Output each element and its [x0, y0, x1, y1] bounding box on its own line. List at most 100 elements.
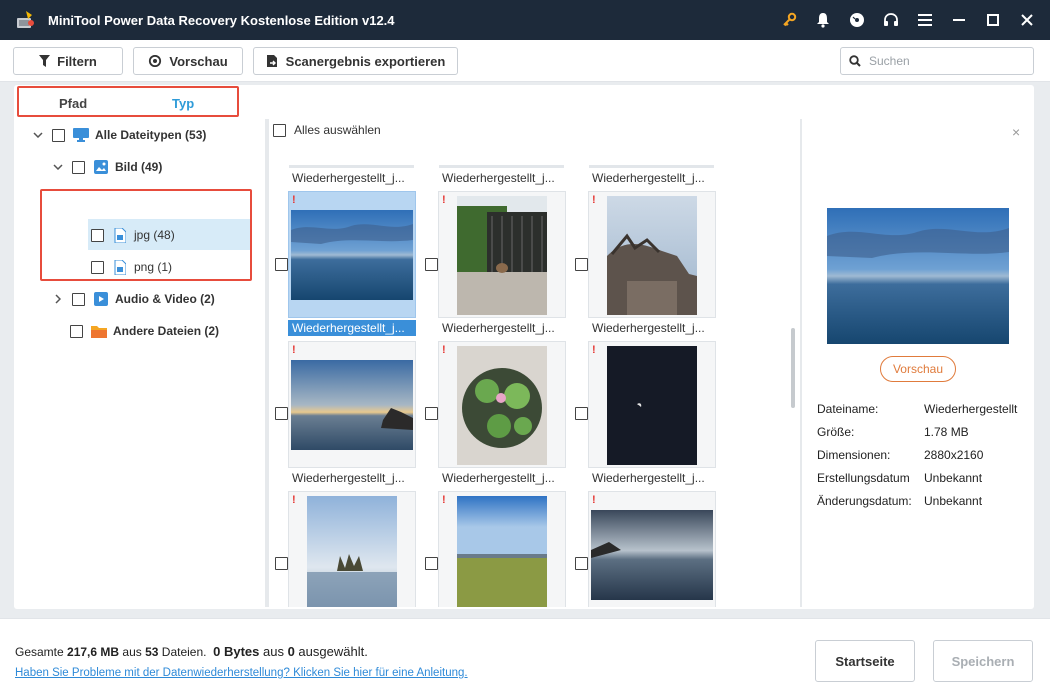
- toolbar: Filtern Vorschau Scanergebnis exportiere…: [0, 40, 1050, 82]
- preview-button[interactable]: Vorschau: [880, 356, 956, 382]
- warning-icon: !: [442, 194, 446, 206]
- tree-divider[interactable]: [265, 119, 269, 607]
- file-card[interactable]: !: [438, 191, 566, 318]
- maximize-icon[interactable]: [976, 0, 1010, 40]
- checkbox-jpg[interactable]: [91, 228, 104, 242]
- file-checkbox[interactable]: [575, 258, 588, 271]
- minimize-icon[interactable]: [942, 0, 976, 40]
- warning-icon: !: [592, 344, 596, 356]
- select-all-row[interactable]: Alles auswählen: [273, 123, 381, 137]
- checkbox-other[interactable]: [70, 324, 83, 338]
- file-checkbox[interactable]: [275, 557, 288, 570]
- grid-scrollbar-thumb[interactable]: [791, 328, 795, 408]
- summary-suffix: Dateien.: [158, 645, 207, 659]
- bell-icon[interactable]: [806, 0, 840, 40]
- file-name[interactable]: Wiederhergestellt_j...: [438, 470, 566, 486]
- title-bar: MiniTool Power Data Recovery Kostenlose …: [0, 0, 1050, 40]
- summary-text: Gesamte 217,6 MB aus 53 Dateien. 0 Bytes…: [15, 644, 368, 659]
- chevron-down-icon[interactable]: [52, 161, 64, 173]
- warning-icon: !: [442, 494, 446, 506]
- checkbox-select-all[interactable]: [273, 123, 286, 137]
- file-checkbox[interactable]: [575, 407, 588, 420]
- file-name[interactable]: Wiederhergestellt_j...: [438, 170, 566, 186]
- selected-suffix: ausgewählt.: [294, 644, 368, 659]
- file-name[interactable]: Wiederhergestellt_j...: [438, 320, 566, 336]
- selected-count: 0: [287, 644, 295, 659]
- export-scan-button[interactable]: Scanergebnis exportieren: [253, 47, 458, 75]
- folder-icon: [91, 323, 107, 339]
- warning-icon: !: [592, 494, 596, 506]
- tree-label-audio-video: Audio & Video (2): [115, 292, 215, 306]
- checkbox-image[interactable]: [72, 160, 85, 174]
- file-checkbox[interactable]: [425, 557, 438, 570]
- info-value-created: Unbekannt: [924, 471, 983, 485]
- file-checkbox[interactable]: [275, 407, 288, 420]
- thumbnail-sunset-lake: [291, 360, 413, 450]
- warning-icon: !: [592, 194, 596, 206]
- save-button[interactable]: Speichern: [933, 640, 1033, 682]
- preview-close-icon[interactable]: ×: [1012, 125, 1024, 139]
- png-file-icon: [112, 259, 128, 275]
- search-box[interactable]: [840, 47, 1034, 75]
- file-name[interactable]: Wiederhergestellt_j...: [288, 170, 416, 186]
- menu-icon[interactable]: [908, 0, 942, 40]
- tree-row-jpg[interactable]: jpg (48): [91, 221, 175, 249]
- file-card[interactable]: !: [288, 341, 416, 468]
- thumbnail-garden-cat: [457, 196, 547, 315]
- footer: Gesamte 217,6 MB aus 53 Dateien. 0 Bytes…: [0, 618, 1050, 700]
- help-link[interactable]: Haben Sie Probleme mit der Datenwiederhe…: [15, 667, 468, 679]
- checkbox-all-types[interactable]: [52, 128, 65, 142]
- tree-row-audio-video[interactable]: Audio & Video (2): [52, 285, 215, 313]
- file-card[interactable]: !: [588, 491, 716, 607]
- tab-type[interactable]: Typ: [172, 96, 194, 111]
- warning-icon: !: [292, 194, 296, 206]
- tree-row-all[interactable]: Alle Dateitypen (53): [32, 121, 206, 149]
- eye-icon: [149, 55, 162, 67]
- filter-button[interactable]: Filtern: [13, 47, 123, 75]
- partial-card: [439, 165, 564, 168]
- file-name[interactable]: Wiederhergestellt_j...: [288, 470, 416, 486]
- summary-total-count: 53: [145, 645, 159, 659]
- file-card[interactable]: !: [438, 341, 566, 468]
- tree-row-png[interactable]: png (1): [91, 253, 172, 281]
- file-card[interactable]: !: [288, 491, 416, 607]
- search-input[interactable]: [869, 54, 1019, 68]
- file-card[interactable]: !: [288, 191, 416, 318]
- file-name-selected[interactable]: Wiederhergestellt_j...: [288, 320, 416, 336]
- key-icon[interactable]: [772, 0, 806, 40]
- close-icon[interactable]: [1010, 0, 1044, 40]
- file-checkbox[interactable]: [575, 557, 588, 570]
- file-card[interactable]: !: [438, 491, 566, 607]
- checkbox-audio-video[interactable]: [72, 292, 85, 306]
- info-value-size: 1.78 MB: [924, 425, 969, 439]
- file-checkbox[interactable]: [425, 407, 438, 420]
- file-name[interactable]: Wiederhergestellt_j...: [588, 320, 716, 336]
- file-card[interactable]: !: [588, 341, 716, 468]
- export-scan-label: Scanergebnis exportieren: [285, 53, 446, 69]
- checkbox-png[interactable]: [91, 260, 104, 274]
- tree-row-image[interactable]: Bild (49): [52, 153, 162, 181]
- image-icon: [93, 159, 109, 175]
- file-name[interactable]: Wiederhergestellt_j...: [588, 170, 716, 186]
- home-button[interactable]: Startseite: [815, 640, 915, 682]
- file-card[interactable]: !: [588, 191, 716, 318]
- file-name[interactable]: Wiederhergestellt_j...: [588, 470, 716, 486]
- warning-icon: !: [292, 344, 296, 356]
- preview-toolbar-button[interactable]: Vorschau: [133, 47, 243, 75]
- app-title: MiniTool Power Data Recovery Kostenlose …: [48, 12, 395, 28]
- chevron-down-icon[interactable]: [32, 129, 44, 141]
- warning-icon: !: [292, 494, 296, 506]
- partial-card: [589, 165, 714, 168]
- thumbnail-lotus-pond: [457, 346, 547, 465]
- tab-path[interactable]: Pfad: [59, 96, 87, 111]
- summary-prefix: Gesamte: [15, 645, 68, 659]
- disc-icon[interactable]: [840, 0, 874, 40]
- file-checkbox[interactable]: [275, 258, 288, 271]
- warning-icon: !: [442, 344, 446, 356]
- file-checkbox[interactable]: [425, 258, 438, 271]
- tree-row-other[interactable]: Andere Dateien (2): [70, 317, 219, 345]
- chevron-right-icon[interactable]: [52, 293, 64, 305]
- preview-toolbar-label: Vorschau: [169, 53, 228, 69]
- headphones-icon[interactable]: [874, 0, 908, 40]
- selected-size: 0 Bytes: [213, 644, 260, 659]
